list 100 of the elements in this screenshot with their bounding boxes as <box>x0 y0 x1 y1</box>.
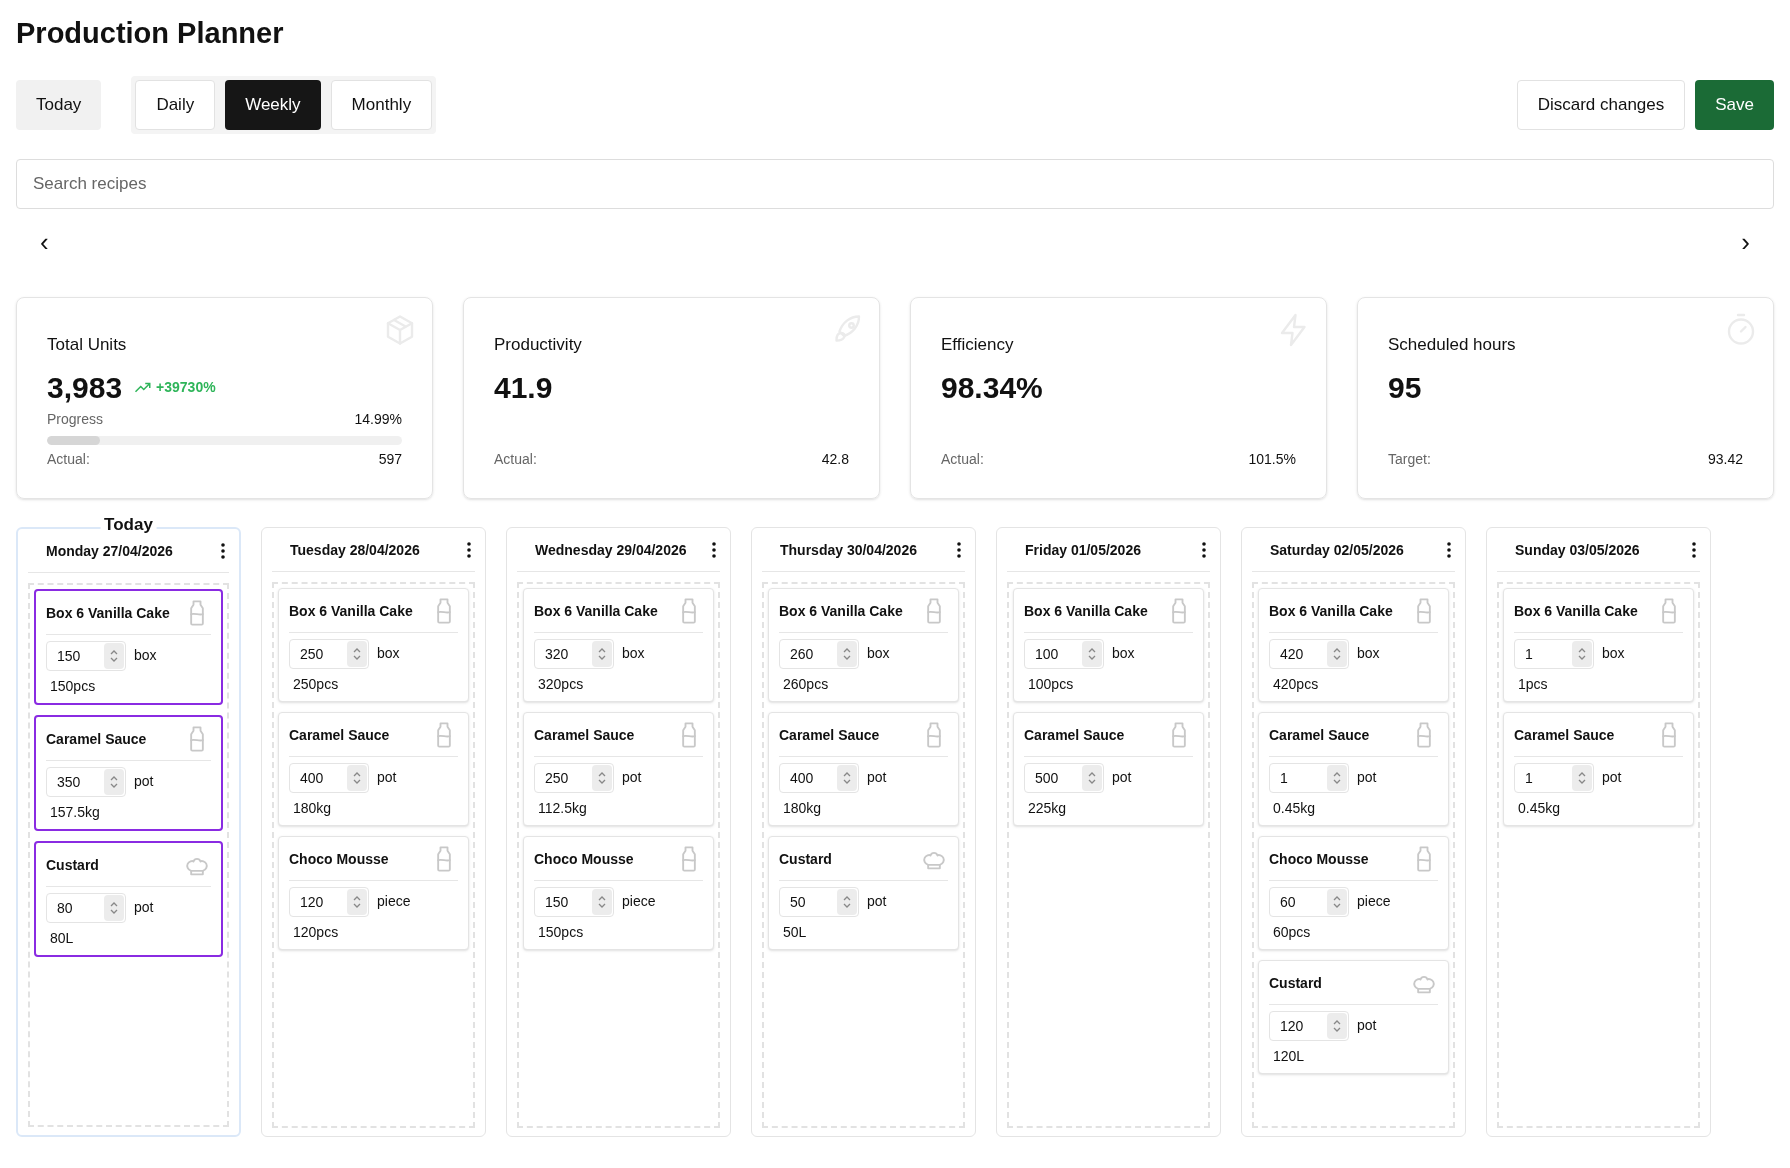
quantity-field[interactable]: 1 <box>1514 638 1594 669</box>
quantity-field[interactable]: 50 <box>779 886 859 917</box>
unit-label: piece <box>377 892 411 911</box>
kebab-menu-icon <box>1447 542 1451 558</box>
footer-label: Actual: <box>494 449 537 469</box>
day-title: Saturday 02/05/2026 <box>1270 540 1404 560</box>
total-amount: 120pcs <box>292 922 340 942</box>
quantity-field[interactable]: 80 <box>46 892 126 923</box>
progress-label: Progress <box>47 409 104 429</box>
recipe-name: Caramel Sauce <box>779 725 880 745</box>
recipe-name: Choco Mousse <box>289 849 389 869</box>
stat-title: Efficiency <box>941 333 1014 356</box>
kebab-menu-icon <box>712 542 716 558</box>
recipe-name: Box 6 Vanilla Cake <box>289 601 413 621</box>
discard-button[interactable]: Discard changes <box>1516 79 1686 130</box>
unit-label: box <box>1602 644 1625 663</box>
stat-value: 3,983 <box>47 370 123 406</box>
quantity-field[interactable]: 400 <box>289 762 369 793</box>
unit-label: box <box>867 644 890 663</box>
quantity-field[interactable]: 120 <box>1269 1010 1349 1041</box>
unit-label: piece <box>1357 892 1391 911</box>
recipe-name: Custard <box>779 849 832 869</box>
quantity-field[interactable]: 100 <box>1024 638 1104 669</box>
total-amount: 120L <box>1272 1046 1306 1066</box>
recipe-name: Caramel Sauce <box>289 725 390 745</box>
recipe-name: Caramel Sauce <box>1514 725 1615 745</box>
next-button[interactable]: › <box>1741 228 1750 255</box>
quantity-field[interactable]: 60 <box>1269 886 1349 917</box>
total-amount: 150pcs <box>537 922 585 942</box>
day-title: Monday 27/04/2026 <box>46 541 173 561</box>
page-title: Production Planner <box>16 16 284 51</box>
day-title: Thursday 30/04/2026 <box>780 540 917 560</box>
total-amount: 60pcs <box>1272 922 1312 942</box>
quantity-field[interactable]: 260 <box>779 638 859 669</box>
kebab-menu-icon <box>467 542 471 558</box>
recipe-name: Caramel Sauce <box>46 729 147 749</box>
quantity-field[interactable]: 250 <box>534 762 614 793</box>
view-tab[interactable]: Monthly <box>330 79 433 130</box>
recipe-name: Box 6 Vanilla Cake <box>1514 601 1638 621</box>
quantity-field[interactable]: 1 <box>1269 762 1349 793</box>
quantity-field[interactable]: 250 <box>289 638 369 669</box>
total-amount: 0.45kg <box>1272 798 1317 818</box>
search-field[interactable]: Search recipes <box>16 158 1774 209</box>
progress-value: 14.99% <box>354 409 402 429</box>
recipe-name: Box 6 Vanilla Cake <box>779 601 903 621</box>
recipe-name: Box 6 Vanilla Cake <box>1024 601 1148 621</box>
stat-value: 95 <box>1388 370 1422 406</box>
total-amount: 180kg <box>292 798 333 818</box>
quantity-field[interactable]: 1 <box>1514 762 1594 793</box>
unit-label: box <box>134 646 157 665</box>
recipe-name: Box 6 Vanilla Cake <box>46 603 170 623</box>
unit-label: piece <box>622 892 656 911</box>
view-tab[interactable]: Weekly <box>225 79 321 130</box>
unit-label: pot <box>1357 1016 1377 1035</box>
total-amount: 1pcs <box>1517 674 1549 694</box>
quantity-field[interactable]: 150 <box>46 640 126 671</box>
kebab-menu-icon <box>957 542 961 558</box>
view-tab[interactable]: Daily <box>135 79 216 130</box>
unit-label: pot <box>1602 768 1622 787</box>
recipe-name: Caramel Sauce <box>1269 725 1370 745</box>
day-title: Sunday 03/05/2026 <box>1515 540 1640 560</box>
total-amount: 420pcs <box>1272 674 1320 694</box>
recipe-name: Choco Mousse <box>1269 849 1369 869</box>
recipe-name: Choco Mousse <box>534 849 634 869</box>
total-amount: 225kg <box>1027 798 1068 818</box>
kebab-menu-icon <box>1202 542 1206 558</box>
total-amount: 250pcs <box>292 674 340 694</box>
trend-value: +39730% <box>156 378 216 398</box>
quantity-field[interactable]: 500 <box>1024 762 1104 793</box>
total-amount: 180kg <box>782 798 823 818</box>
recipe-name: Caramel Sauce <box>1024 725 1125 745</box>
footer-label: Target: <box>1388 449 1431 469</box>
quantity-field[interactable]: 150 <box>534 886 614 917</box>
unit-label: box <box>1112 644 1135 663</box>
total-amount: 150pcs <box>49 676 97 696</box>
unit-label: pot <box>622 768 642 787</box>
day-title: Wednesday 29/04/2026 <box>535 540 687 560</box>
quantity-field[interactable]: 420 <box>1269 638 1349 669</box>
today-label: Today <box>100 515 157 533</box>
quantity-field[interactable]: 400 <box>779 762 859 793</box>
today-button[interactable]: Today <box>16 79 102 130</box>
save-button[interactable]: Save <box>1695 79 1774 130</box>
stat-title: Scheduled hours <box>1388 333 1516 356</box>
previous-button[interactable]: ‹ <box>40 228 49 255</box>
total-amount: 260pcs <box>782 674 830 694</box>
unit-label: pot <box>867 892 887 911</box>
footer-value: 597 <box>378 449 402 469</box>
quantity-field[interactable]: 120 <box>289 886 369 917</box>
total-amount: 320pcs <box>537 674 585 694</box>
unit-label: pot <box>134 772 154 791</box>
recipe-name: Custard <box>1269 973 1322 993</box>
stat-value: 98.34% <box>941 370 1043 406</box>
unit-label: pot <box>1112 768 1132 787</box>
footer-value: 101.5% <box>1248 449 1296 469</box>
quantity-field[interactable]: 350 <box>46 766 126 797</box>
day-title: Tuesday 28/04/2026 <box>290 540 420 560</box>
recipe-name: Box 6 Vanilla Cake <box>534 601 658 621</box>
total-amount: 0.45kg <box>1517 798 1562 818</box>
quantity-field[interactable]: 320 <box>534 638 614 669</box>
unit-label: box <box>377 644 400 663</box>
